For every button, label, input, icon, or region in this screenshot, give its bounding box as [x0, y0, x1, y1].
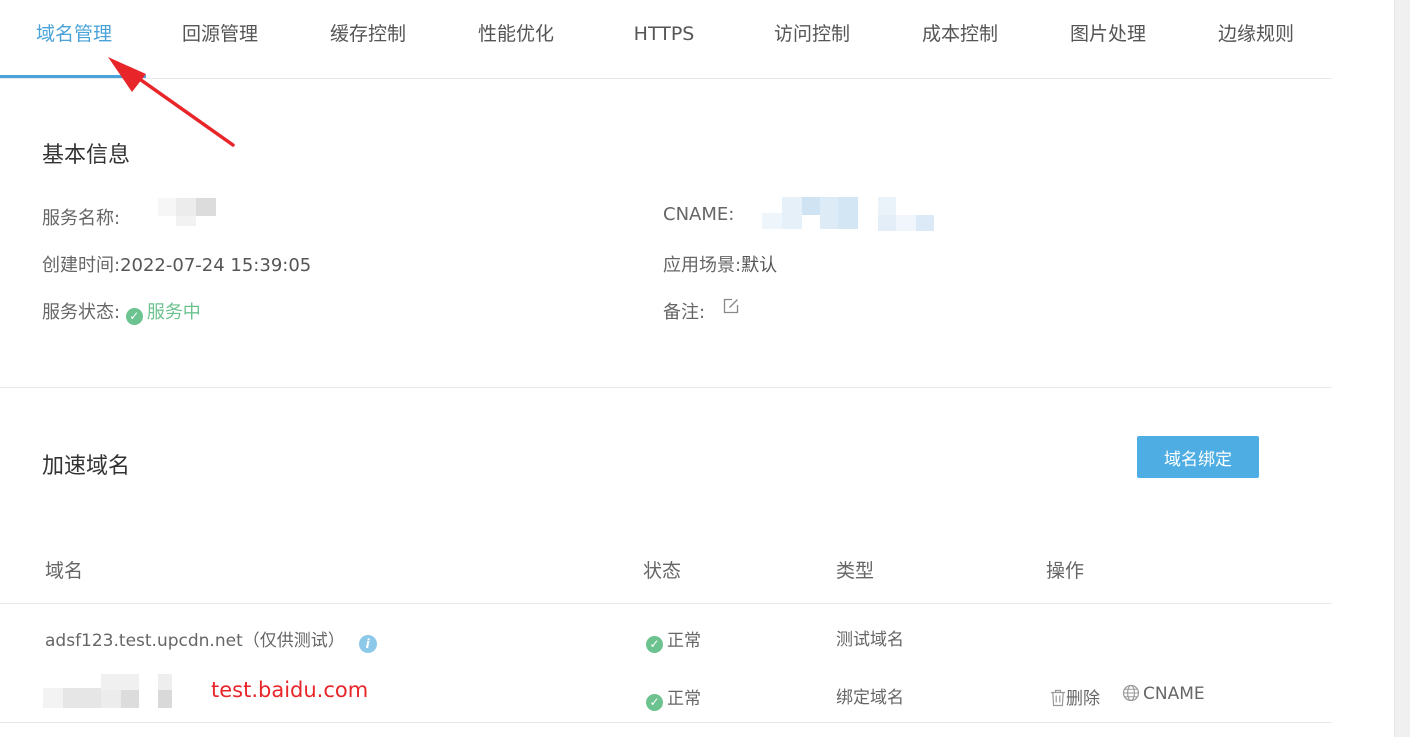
scene-key: 应用场景: — [663, 255, 742, 276]
tab-performance[interactable]: 性能优化 — [442, 0, 590, 78]
cname-label: CNAME: — [663, 204, 735, 225]
domain-redacted — [43, 674, 175, 708]
domain-name: adsf123.test.upcdn.net（仅供测试） — [45, 631, 345, 651]
created-time-key: 创建时间: — [42, 255, 121, 276]
remark-label: 备注: — [663, 302, 706, 323]
table-header-divider — [0, 603, 1332, 604]
section-divider — [0, 387, 1332, 388]
table-bottom-divider — [0, 722, 1332, 723]
trash-icon — [1051, 689, 1065, 707]
tab-cost-control[interactable]: 成本控制 — [886, 0, 1034, 78]
tab-https[interactable]: HTTPS — [590, 0, 738, 78]
status-cell: ✓ 正常 — [646, 684, 701, 711]
scene-value: 默认 — [741, 255, 778, 276]
check-circle-icon: ✓ — [125, 308, 143, 325]
check-circle-icon: ✓ — [646, 636, 663, 653]
cname-action-label: CNAME — [1143, 684, 1205, 704]
bind-domain-button[interactable]: 域名绑定 — [1137, 436, 1259, 478]
check-circle-icon: ✓ — [646, 694, 663, 711]
status-text: 正常 — [667, 689, 701, 709]
status-cell: ✓ 正常 — [646, 626, 701, 653]
globe-icon — [1122, 684, 1140, 702]
edit-icon[interactable] — [723, 298, 739, 314]
domain-annotation: test.baidu.com — [211, 678, 369, 702]
tab-cache-control[interactable]: 缓存控制 — [294, 0, 442, 78]
accelerated-domains-title: 加速域名 — [42, 454, 131, 479]
tab-image-processing[interactable]: 图片处理 — [1034, 0, 1182, 78]
delete-label: 删除 — [1066, 689, 1100, 709]
domain-cell: adsf123.test.upcdn.net（仅供测试） i — [45, 626, 377, 653]
scene-label: 应用场景:默认 — [663, 251, 777, 277]
type-cell: 测试域名 — [836, 630, 904, 650]
service-status-value: 服务中 — [146, 302, 201, 323]
type-cell: 绑定域名 — [836, 688, 904, 708]
service-status-label: 服务状态: ✓ 服务中 — [42, 298, 201, 325]
column-header-status: 状态 — [643, 560, 682, 582]
column-header-action: 操作 — [1046, 560, 1085, 582]
created-time-label: 创建时间:2022-07-24 15:39:05 — [42, 251, 311, 277]
service-name-label: 服务名称: — [42, 208, 121, 229]
service-name-redacted — [158, 198, 216, 228]
column-header-domain: 域名 — [45, 560, 84, 582]
red-arrow — [108, 57, 235, 147]
info-icon[interactable]: i — [358, 635, 377, 653]
column-header-type: 类型 — [836, 560, 875, 582]
vertical-scrollbar[interactable] — [1394, 0, 1410, 737]
tab-access-control[interactable]: 访问控制 — [738, 0, 886, 78]
created-time-value: 2022-07-24 15:39:05 — [120, 255, 312, 276]
main-panel: 域名管理 回源管理 缓存控制 性能优化 HTTPS 访问控制 成本控制 图片处理… — [0, 0, 1332, 737]
tab-edge-rules[interactable]: 边缘规则 — [1182, 0, 1330, 78]
status-text: 正常 — [667, 631, 701, 651]
service-status-key: 服务状态: — [42, 302, 121, 323]
cname-redacted — [762, 197, 936, 231]
cname-action[interactable]: CNAME — [1122, 684, 1205, 704]
delete-action[interactable]: 删除 — [1050, 684, 1100, 709]
